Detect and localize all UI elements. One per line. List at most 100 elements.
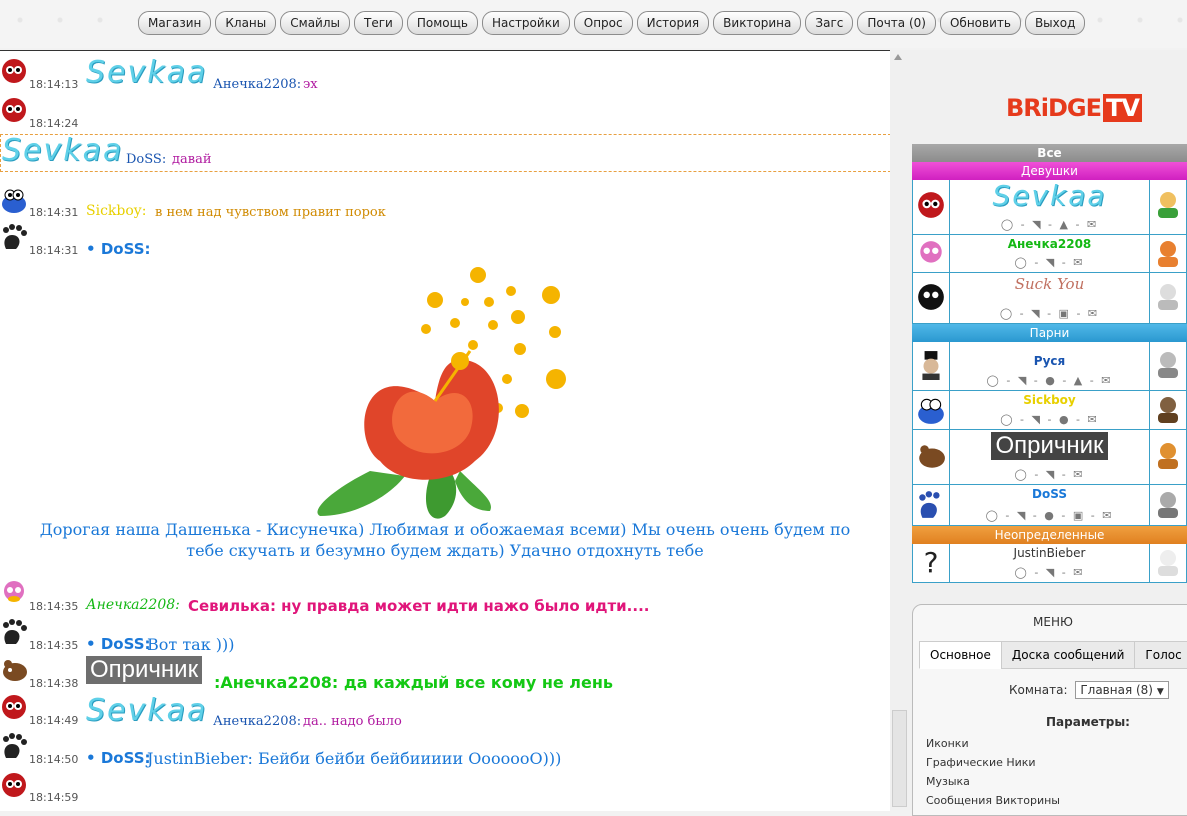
nick-sevkaa[interactable]: Sevkaa [86, 55, 207, 90]
girls-header[interactable]: Девушки [912, 162, 1187, 180]
nav-poll-button[interactable]: Опрос [573, 11, 633, 35]
scroll-up-icon[interactable] [894, 54, 902, 60]
nav-registry-button[interactable]: Загс [805, 11, 854, 35]
nick-doss[interactable]: • DoSS: [86, 749, 151, 767]
nav-tags-button[interactable]: Теги [354, 11, 403, 35]
status-icon [1149, 391, 1186, 429]
avatar: ? [913, 544, 950, 582]
avatar [913, 273, 950, 323]
chat-scrollbar[interactable] [890, 50, 907, 810]
user-row-oprichnik[interactable]: Опричник ◯ - ◥ - ✉ [912, 430, 1187, 485]
user-row-rusya[interactable]: Руся ◯ - ◥ - ● - ▲ - ✉ [912, 342, 1187, 391]
nav-clans-button[interactable]: Кланы [215, 11, 277, 35]
menu-tabs: Основное Доска сообщений Голос [919, 641, 1187, 669]
avatar [913, 342, 950, 390]
message-text: давай [172, 152, 212, 167]
timestamp: 18:14:35 [29, 639, 79, 652]
nav-exit-button[interactable]: Выход [1024, 11, 1086, 35]
user-name: Анечка2208 [1007, 237, 1092, 251]
user-list-all-header[interactable]: Все [912, 144, 1187, 162]
user-row-anechka[interactable]: Анечка2208 ◯ - ◥ - ✉ [912, 235, 1187, 273]
nick-oprichnik[interactable]: Опричник [86, 656, 203, 684]
woody-avatar-icon [918, 192, 944, 218]
status-icon [1149, 180, 1186, 234]
tab-voice[interactable]: Голос [1134, 641, 1187, 669]
user-name: DoSS [1032, 487, 1067, 501]
scroll-thumb[interactable] [892, 710, 907, 807]
black-ball-avatar-icon [918, 284, 944, 310]
status-icon [1149, 430, 1186, 484]
gentleman-avatar-icon [922, 351, 940, 380]
user-row-suckyou[interactable]: Suck You ◯ - ◥ - ▣ - ✉ [912, 273, 1187, 324]
link-quiz-messages[interactable]: Сообщения Викторины [926, 794, 1060, 807]
woody-avatar-icon [2, 773, 26, 797]
nick-sevkaa[interactable]: Sevkaa [86, 693, 207, 728]
nick-sevkaa[interactable]: Sevkaa [2, 133, 123, 168]
bear-avatar-icon [3, 660, 27, 681]
nick-doss-label: DoSS: [100, 240, 151, 258]
nav-history-button[interactable]: История [636, 11, 710, 35]
nick-doss[interactable]: • DoSS: [86, 240, 151, 258]
nav-settings-button[interactable]: Настройки [481, 11, 570, 35]
user-icons: ◯ - ◥ - ✉ [1014, 566, 1085, 579]
hibiscus-flower-image [317, 267, 566, 519]
message-text: Севилька: ну правда может идти нажо было… [188, 597, 650, 615]
tab-message-board[interactable]: Доска сообщений [1000, 641, 1136, 669]
user-status-icon [1158, 550, 1178, 576]
nav-quiz-button[interactable]: Викторина [713, 11, 802, 35]
timestamp: 18:14:31 [29, 244, 79, 257]
user-name: Sevkaa [992, 179, 1107, 212]
timestamp: 18:14:13 [29, 78, 79, 91]
addressee: DoSS: [126, 152, 167, 167]
undefined-header[interactable]: Неопределенные [912, 526, 1187, 544]
user-row-doss[interactable]: DoSS ◯ - ◥ - ● - ▣ - ✉ [912, 485, 1187, 526]
user-row-sickboy[interactable]: Sickboy ◯ - ◥ - ● - ✉ [912, 391, 1187, 430]
nick-anechka[interactable]: Анечка2208: [86, 597, 180, 613]
status-icon [1149, 235, 1186, 272]
nick-sickboy[interactable]: Sickboy: [86, 203, 146, 219]
user-icons: ◯ - ◥ - ✉ [1014, 256, 1085, 269]
user-icons: ◯ - ◥ - ● - ▣ - ✉ [985, 509, 1114, 522]
user-status-icon [1158, 192, 1178, 218]
nav-shop-button[interactable]: Магазин [138, 11, 212, 35]
top-bar: Магазин Кланы Смайлы Теги Помощь Настрой… [0, 0, 1187, 48]
room-value: Главная (8) [1080, 683, 1153, 697]
addressee: Анечка2208: [213, 714, 302, 729]
link-icons[interactable]: Иконки [926, 737, 969, 750]
avatar [913, 180, 950, 234]
question-mark-icon: ? [923, 546, 939, 579]
user-status-icon [1158, 241, 1178, 267]
logo-text-b: TV [1103, 94, 1142, 122]
nav-smiles-button[interactable]: Смайлы [280, 11, 350, 35]
user-name: Suck You [1014, 275, 1085, 293]
timestamp: 18:14:50 [29, 753, 79, 766]
timestamp: 18:14:49 [29, 714, 79, 727]
status-icon [1149, 342, 1186, 390]
timestamp: 18:14:59 [29, 791, 79, 804]
menu-panel: МЕНЮ Основное Доска сообщений Голос Комн… [912, 604, 1187, 816]
user-row-sevkaa[interactable]: Sevkaa ◯ - ◥ - ▲ - ✉ [912, 180, 1187, 235]
bear-avatar-icon [919, 445, 945, 468]
timestamp: 18:14:24 [29, 117, 79, 130]
parameters-heading: Параметры: [1046, 715, 1130, 729]
nav-help-button[interactable]: Помощь [406, 11, 478, 35]
avatar [913, 430, 950, 484]
link-graphic-nicks[interactable]: Графические Ники [926, 756, 1036, 769]
timestamp: 18:14:35 [29, 600, 79, 613]
message-text: в нем над чувством правит порок [155, 205, 386, 220]
user-name: Руся [1033, 354, 1066, 368]
message-text: Вот так ))) [147, 635, 235, 654]
status-icon [1149, 544, 1186, 582]
nav-refresh-button[interactable]: Обновить [939, 11, 1021, 35]
nick-doss[interactable]: • DoSS: [86, 635, 151, 653]
sickboy-avatar-icon [2, 189, 26, 213]
tab-main[interactable]: Основное [919, 641, 1002, 669]
message-text: да.. надо было [303, 714, 402, 729]
nick-doss-label: DoSS: [100, 749, 151, 767]
user-status-icon [1158, 443, 1178, 469]
user-row-justinbieber[interactable]: ? JustinBieber ◯ - ◥ - ✉ [912, 544, 1187, 583]
link-music[interactable]: Музыка [926, 775, 970, 788]
boys-header[interactable]: Парни [912, 324, 1187, 342]
room-select[interactable]: Главная (8) ▼ [1075, 681, 1169, 699]
nav-mail-button[interactable]: Почта (0) [857, 11, 936, 35]
